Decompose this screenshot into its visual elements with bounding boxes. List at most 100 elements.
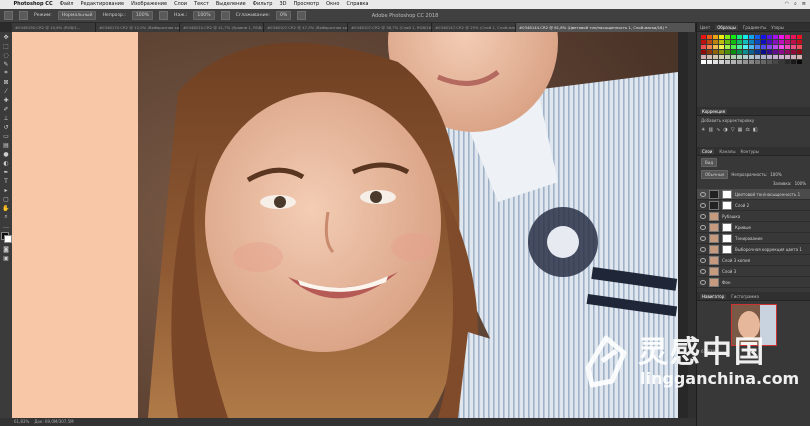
swatches-grid[interactable] xyxy=(697,32,810,67)
swatch-cell[interactable] xyxy=(773,60,778,64)
swatch-cell[interactable] xyxy=(707,45,712,49)
swatch-cell[interactable] xyxy=(701,35,706,39)
swatch-cell[interactable] xyxy=(785,60,790,64)
swatch-cell[interactable] xyxy=(767,60,772,64)
swatch-cell[interactable] xyxy=(707,35,712,39)
swatch-cell[interactable] xyxy=(773,45,778,49)
swatch-cell[interactable] xyxy=(785,40,790,44)
swatch-cell[interactable] xyxy=(737,50,742,54)
menu-layers[interactable]: Слои xyxy=(171,0,191,9)
eyedropper-tool-icon[interactable]: ⁄ xyxy=(2,87,10,95)
swatch-cell[interactable] xyxy=(707,40,712,44)
swatch-cell[interactable] xyxy=(749,60,754,64)
swatch-cell[interactable] xyxy=(713,45,718,49)
swatch-cell[interactable] xyxy=(785,50,790,54)
eye-icon[interactable] xyxy=(700,213,706,219)
swatch-cell[interactable] xyxy=(707,55,712,59)
swatch-cell[interactable] xyxy=(713,55,718,59)
navigator-thumbnail[interactable] xyxy=(730,304,777,346)
swatch-cell[interactable] xyxy=(731,60,736,64)
swatch-cell[interactable] xyxy=(767,35,772,39)
swatch-cell[interactable] xyxy=(779,35,784,39)
swatch-cell[interactable] xyxy=(761,50,766,54)
layer-mask-thumbnail[interactable] xyxy=(722,222,732,232)
pen-tool-icon[interactable]: ✒ xyxy=(2,168,10,176)
flow-field[interactable]: 100% xyxy=(193,11,215,20)
eye-icon[interactable] xyxy=(700,246,706,252)
wifi-icon[interactable]: ◠ xyxy=(785,0,789,9)
move-tool-icon[interactable]: ✥ xyxy=(2,33,10,41)
swatch-cell[interactable] xyxy=(797,50,802,54)
tab-gradients[interactable]: Градиенты xyxy=(743,25,766,30)
brightness-icon[interactable]: ☀ xyxy=(701,127,705,133)
swatch-cell[interactable] xyxy=(791,40,796,44)
brush-preset-icon[interactable] xyxy=(19,11,28,20)
swatch-cell[interactable] xyxy=(749,35,754,39)
brush-tool-icon[interactable]: ✐ xyxy=(2,105,10,113)
quick-select-tool-icon[interactable]: ✎ xyxy=(2,60,10,68)
menu-select[interactable]: Выделение xyxy=(212,0,249,9)
swatch-cell[interactable] xyxy=(743,55,748,59)
menu-view[interactable]: Просмотр xyxy=(290,0,323,9)
swatch-cell[interactable] xyxy=(737,55,742,59)
swatch-cell[interactable] xyxy=(719,60,724,64)
color-balance-icon[interactable]: ⚖ xyxy=(745,127,749,133)
swatch-cell[interactable] xyxy=(725,55,730,59)
swatch-cell[interactable] xyxy=(779,45,784,49)
doc-tab-active[interactable]: #0348144.CR2 @ 61,8% (Цветовой тон/насыщ… xyxy=(516,23,696,32)
swatch-cell[interactable] xyxy=(731,40,736,44)
swatch-cell[interactable] xyxy=(701,60,706,64)
history-brush-tool-icon[interactable]: ↺ xyxy=(2,123,10,131)
crop-tool-icon[interactable]: ⌗ xyxy=(2,69,10,77)
swatch-cell[interactable] xyxy=(725,40,730,44)
swatch-cell[interactable] xyxy=(749,45,754,49)
layer-fill-value[interactable]: 100% xyxy=(795,181,806,186)
screen-mode-icon[interactable]: ▣ xyxy=(2,254,10,262)
menu-image[interactable]: Изображение xyxy=(128,0,171,9)
tab-color[interactable]: Цвет xyxy=(700,25,710,30)
swatch-cell[interactable] xyxy=(779,40,784,44)
zoom-tool-icon[interactable]: ⌕ xyxy=(2,213,10,221)
swatch-cell[interactable] xyxy=(743,35,748,39)
swatch-cell[interactable] xyxy=(731,50,736,54)
swatch-cell[interactable] xyxy=(797,60,802,64)
swatch-cell[interactable] xyxy=(707,50,712,54)
pressure-opacity-icon[interactable] xyxy=(159,11,168,20)
swatch-cell[interactable] xyxy=(731,55,736,59)
eye-icon[interactable] xyxy=(700,202,706,208)
swatch-cell[interactable] xyxy=(749,40,754,44)
swatch-cell[interactable] xyxy=(707,60,712,64)
doc-tab[interactable]: #0348107.CR2 @ 47,5% (Выборочная коррекц… xyxy=(264,23,348,32)
swatch-cell[interactable] xyxy=(725,60,730,64)
black-white-icon[interactable]: ◧ xyxy=(753,127,758,133)
menu-filter[interactable]: Фильтр xyxy=(249,0,276,9)
swatch-cell[interactable] xyxy=(761,35,766,39)
swatch-cell[interactable] xyxy=(767,50,772,54)
hand-tool-icon[interactable]: ✋ xyxy=(2,204,10,212)
menu-3d[interactable]: 3D xyxy=(276,0,290,9)
eye-icon[interactable] xyxy=(700,279,706,285)
swatch-cell[interactable] xyxy=(701,40,706,44)
exposure-icon[interactable]: ◑ xyxy=(723,127,727,133)
layer-row[interactable]: Выборочная коррекция цвета 1 xyxy=(697,244,810,255)
document-canvas[interactable] xyxy=(12,32,696,418)
layer-kind-select[interactable]: Вид xyxy=(701,158,718,167)
swatch-cell[interactable] xyxy=(785,35,790,39)
swatch-cell[interactable] xyxy=(791,60,796,64)
list-icon[interactable]: ≡ xyxy=(802,0,806,9)
swatch-cell[interactable] xyxy=(719,50,724,54)
swatch-cell[interactable] xyxy=(719,55,724,59)
doc-tab[interactable]: #0348107.CR2 @ 38,7% (Слой 1, RGB/16)... xyxy=(348,23,432,32)
menu-help[interactable]: Справка xyxy=(343,0,372,9)
marquee-tool-icon[interactable]: ⬚ xyxy=(2,42,10,50)
swatch-cell[interactable] xyxy=(773,40,778,44)
layer-row[interactable]: Фон xyxy=(697,277,810,288)
swatch-cell[interactable] xyxy=(761,40,766,44)
swatch-cell[interactable] xyxy=(779,50,784,54)
blur-tool-icon[interactable]: ● xyxy=(2,150,10,158)
vibrance-icon[interactable]: ▽ xyxy=(731,127,735,133)
eye-icon[interactable] xyxy=(700,257,706,263)
clone-stamp-tool-icon[interactable]: ⊥ xyxy=(2,114,10,122)
swatch-cell[interactable] xyxy=(743,45,748,49)
swatch-cell[interactable] xyxy=(737,35,742,39)
